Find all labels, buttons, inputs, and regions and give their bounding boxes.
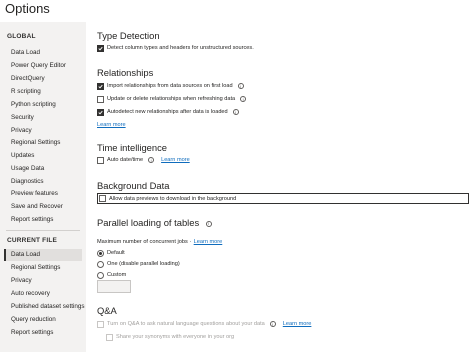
auto-date-label: Auto date/time [107,157,144,163]
max-concurrent-jobs-label: Maximum number of concurrent jobs [97,239,188,245]
sidebar-item-current-privacy[interactable]: Privacy [4,275,82,287]
time-intelligence-heading: Time intelligence [97,142,167,153]
parallel-loading-title: Parallel loading of tables [97,217,200,228]
sidebar-item-save-and-recover[interactable]: Save and Recover [4,201,82,213]
type-detection-heading: Type Detection [97,30,160,41]
sidebar-item-global-privacy[interactable]: Privacy [4,125,82,137]
sidebar-item-preview-features[interactable]: Preview features [4,188,82,200]
sidebar-item-current-report-settings[interactable]: Report settings [4,327,82,339]
sidebar-item-current-regional-settings[interactable]: Regional Settings [4,262,82,274]
sidebar-item-current-data-load[interactable]: Data Load [4,249,82,261]
info-icon[interactable]: i [205,220,212,227]
autodetect-relationships-label: Autodetect new relationships after data … [107,109,228,115]
relationships-learn-more-link[interactable]: Learn more [97,122,126,128]
radio-default[interactable] [97,249,104,257]
time-intelligence-learn-more-link[interactable]: Learn more [161,157,190,163]
sidebar-item-usage-data[interactable]: Usage Data [4,163,82,175]
radio-default-label: Default [107,250,125,256]
sidebar-item-auto-recovery[interactable]: Auto recovery [4,288,82,300]
sidebar-header-global: GLOBAL [7,33,36,40]
info-icon[interactable]: i [237,83,244,89]
radio-custom-label: Custom [107,272,127,278]
parallel-loading-heading: Parallel loading of tables i [97,217,212,228]
radio-custom[interactable] [97,271,104,279]
sidebar-item-global-data-load[interactable]: Data Load [4,47,82,59]
radio-custom-row[interactable]: Custom [97,270,126,280]
info-icon[interactable]: i [240,96,247,102]
sidebar: GLOBAL Data Load Power Query Editor Dire… [0,22,86,352]
radio-one[interactable] [97,260,104,268]
sidebar-item-global-report-settings[interactable]: Report settings [4,214,82,226]
parallel-loading-learn-more-link[interactable]: Learn more [194,239,223,245]
autodetect-relationships-checkbox[interactable] [97,108,104,116]
qa-turn-on-label: Turn on Q&A to ask natural language ques… [107,321,265,327]
sidebar-item-published-dataset-settings[interactable]: Published dataset settings [4,301,85,313]
info-icon[interactable]: i [232,109,239,115]
sidebar-item-query-reduction[interactable]: Query reduction [4,314,82,326]
qa-turn-on-checkbox[interactable] [97,320,104,328]
sidebar-item-global-regional-settings[interactable]: Regional Settings [4,137,82,149]
window-title: Options [5,1,50,16]
sidebar-divider [6,230,80,231]
sidebar-item-power-query-editor[interactable]: Power Query Editor [4,60,82,72]
background-data-heading: Background Data [97,180,170,191]
auto-date-row: Auto date/time i Learn more [97,155,190,165]
info-icon[interactable]: i [269,321,276,327]
sidebar-item-python-scripting[interactable]: Python scripting [4,99,82,111]
qa-heading: Q&A [97,305,117,316]
update-relationships-label: Update or delete relationships when refr… [107,96,236,102]
radio-default-row[interactable]: Default [97,248,125,258]
allow-data-previews-label: Allow data previews to download in the b… [109,195,237,202]
qa-turn-on-row: Turn on Q&A to ask natural language ques… [97,319,311,329]
detect-types-row: Detect column types and headers for unst… [97,43,254,53]
relationships-learn-more-row: Learn more [97,120,126,130]
qa-share-synonyms-label: Share your synonyms with everyone in you… [116,334,235,340]
qa-learn-more-link[interactable]: Learn more [283,321,312,327]
sidebar-header-current-file: CURRENT FILE [7,237,58,244]
detect-types-checkbox[interactable] [97,44,104,52]
qa-share-synonyms-row: Share your synonyms with everyone in you… [106,332,234,342]
info-icon[interactable]: i [148,157,155,163]
relationships-heading: Relationships [97,67,154,78]
update-relationships-row: Update or delete relationships when refr… [97,94,247,104]
options-content: Type Detection Detect column types and h… [97,22,474,352]
radio-one-label: One (disable parallel loading) [107,261,180,267]
import-relationships-row: Import relationships from data sources o… [97,81,244,91]
import-relationships-label: Import relationships from data sources o… [107,83,233,89]
qa-share-synonyms-checkbox[interactable] [106,333,113,341]
allow-data-previews-row: Allow data previews to download in the b… [97,193,469,204]
allow-data-previews-checkbox[interactable] [99,195,106,202]
update-relationships-checkbox[interactable] [97,95,104,103]
sidebar-item-r-scripting[interactable]: R scripting [4,86,82,98]
max-concurrent-jobs-row: Maximum number of concurrent jobs · Lear… [97,239,223,245]
detect-types-label: Detect column types and headers for unst… [107,45,254,51]
autodetect-relationships-row: Autodetect new relationships after data … [97,107,239,117]
radio-one-row[interactable]: One (disable parallel loading) [97,259,180,269]
import-relationships-checkbox[interactable] [97,82,104,90]
sidebar-item-updates[interactable]: Updates [4,150,82,162]
auto-date-checkbox[interactable] [97,156,104,164]
custom-jobs-input[interactable] [97,280,131,293]
sidebar-item-diagnostics[interactable]: Diagnostics [4,176,82,188]
sidebar-item-directquery[interactable]: DirectQuery [4,73,82,85]
sidebar-item-security[interactable]: Security [4,112,82,124]
